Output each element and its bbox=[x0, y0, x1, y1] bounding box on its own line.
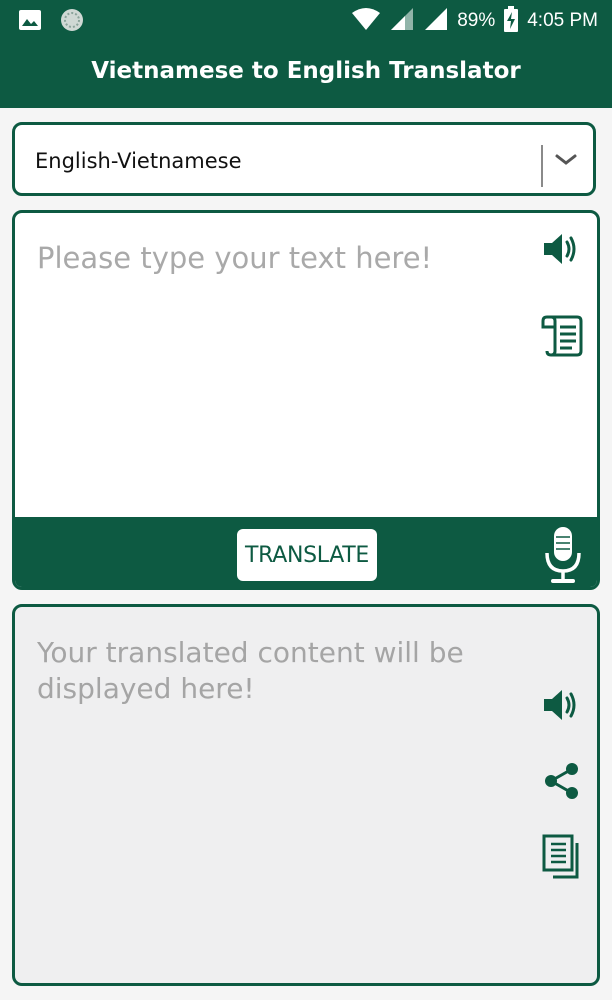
clock: 4:05 PM bbox=[527, 10, 598, 31]
output-card: Your translated content will be displaye… bbox=[12, 604, 600, 986]
source-text-input[interactable]: Please type your text here! bbox=[37, 241, 537, 275]
speaker-icon[interactable] bbox=[541, 231, 581, 267]
cell-signal-icon bbox=[423, 7, 449, 36]
page-title: Vietnamese to English Translator bbox=[91, 58, 521, 84]
language-selector[interactable]: English-Vietnamese bbox=[12, 122, 596, 196]
image-icon bbox=[18, 8, 42, 37]
speaker-icon[interactable] bbox=[541, 687, 581, 723]
selector-divider bbox=[541, 145, 543, 187]
battery-percent: 89% bbox=[457, 10, 496, 31]
translated-output: Your translated content will be displaye… bbox=[37, 636, 464, 705]
chevron-down-icon[interactable] bbox=[555, 153, 577, 172]
copy-icon[interactable] bbox=[541, 833, 583, 881]
wifi-icon bbox=[351, 7, 381, 36]
translate-button[interactable]: TRANSLATE bbox=[237, 529, 377, 581]
scroll-paste-icon[interactable] bbox=[539, 313, 585, 359]
language-selected-value: English-Vietnamese bbox=[35, 149, 242, 173]
microphone-icon[interactable] bbox=[541, 525, 585, 585]
input-card: Please type your text here! TRANSLATE bbox=[12, 210, 600, 590]
status-bar: 89% 4:05 PM bbox=[0, 0, 612, 40]
app-bar: 89% 4:05 PM Vietnamese to English Transl… bbox=[0, 0, 612, 108]
cell-signal-icon bbox=[389, 7, 415, 36]
battery-charging-icon bbox=[503, 5, 519, 37]
share-icon[interactable] bbox=[543, 761, 581, 801]
app-notification-icon bbox=[60, 8, 84, 37]
input-toolbar: TRANSLATE bbox=[15, 517, 597, 587]
